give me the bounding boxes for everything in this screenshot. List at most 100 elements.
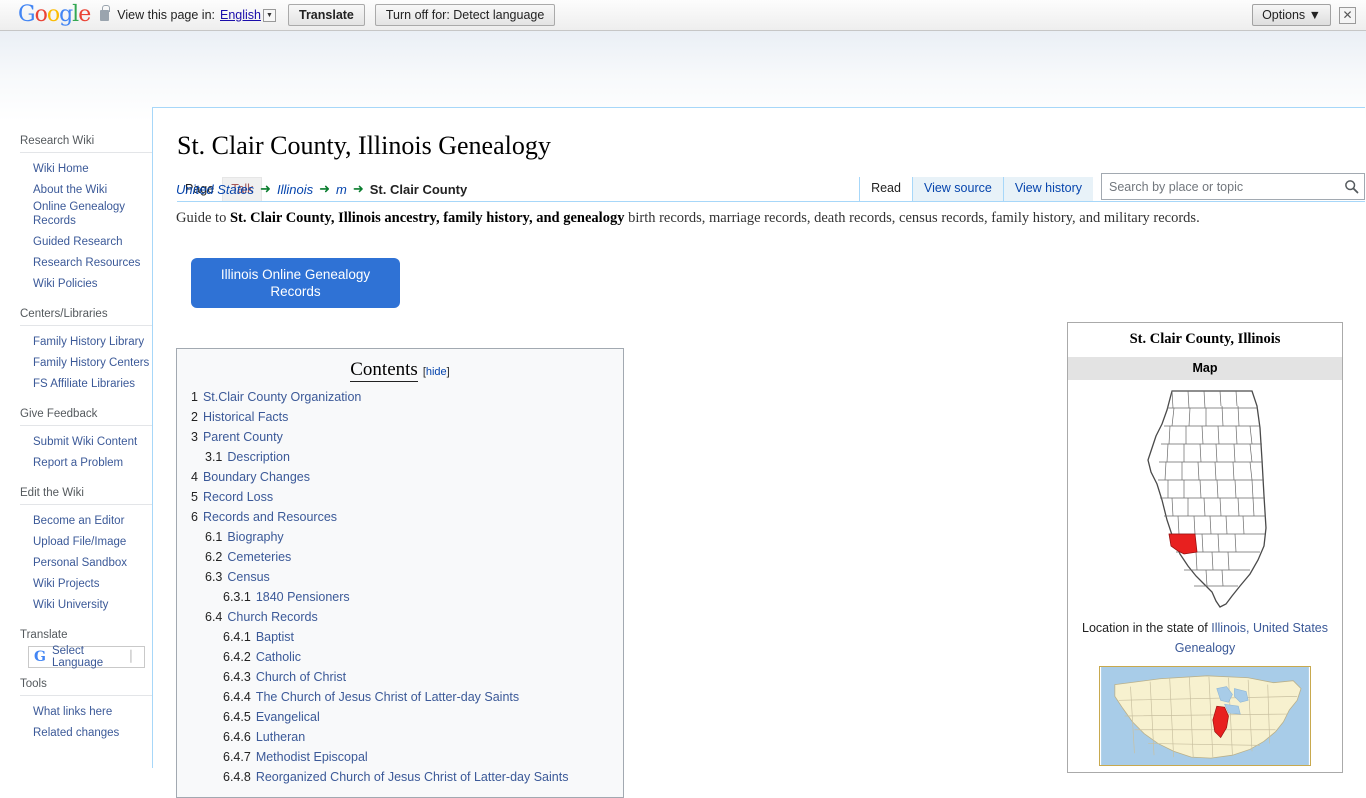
infobox-caption: Location in the state of Illinois, Unite… (1068, 616, 1342, 666)
search-icon[interactable] (1344, 179, 1359, 194)
tab-view-history[interactable]: View history (1002, 177, 1093, 202)
google-translate-bar: Google View this page in: English ▼ Tran… (0, 0, 1366, 31)
sidebar-item-wiki-home[interactable]: Wiki Home (33, 163, 89, 177)
sidebar-list: Family History Library Family History Cen… (20, 324, 152, 392)
toc-entry-link[interactable]: Reorganized Church of Jesus Christ of La… (256, 770, 569, 784)
search-input[interactable] (1101, 173, 1365, 201)
toc-entry-link[interactable]: Parent County (203, 430, 283, 444)
toc-entry-number: 6.4.3 (223, 670, 251, 684)
toc-entry: 6.4 Church Records (191, 607, 609, 627)
infobox-title: St. Clair County, Illinois (1129, 331, 1281, 347)
toc-entry: 6.4.3 Church of Christ (191, 667, 609, 687)
toc-entry: 6.4.5 Evangelical (191, 707, 609, 727)
illinois-online-genealogy-records-button[interactable]: Illinois Online Genealogy Records (191, 258, 400, 308)
toc-entry-link[interactable]: Methodist Episcopal (256, 750, 368, 764)
toc-entry-link[interactable]: The Church of Jesus Christ of Latter-day… (256, 690, 519, 704)
toc-entry-number: 6.4 (205, 610, 223, 624)
list-item: Research Resources (33, 253, 152, 271)
sidebar-item-report-a-problem[interactable]: Report a Problem (33, 457, 123, 471)
list-item: Guided Research (33, 232, 152, 250)
sidebar-item-fs-affiliate-libraries[interactable]: FS Affiliate Libraries (33, 378, 135, 392)
infobox-map-header: Map (1068, 357, 1342, 380)
breadcrumb-arrow-icon: ➜ (260, 181, 271, 196)
toc-entry-link[interactable]: Baptist (256, 630, 294, 644)
action-tabs: Read View source View history (859, 173, 1365, 202)
toc-entry-number: 6.2 (205, 550, 223, 564)
toc-entry-link[interactable]: Evangelical (256, 710, 320, 724)
list-item: FS Affiliate Libraries (33, 374, 152, 392)
breadcrumb: United States ➜ Illinois ➜ m ➜ St. Clair Count… (176, 181, 467, 197)
toc-entry: 6.4.7 Methodist Episcopal (191, 747, 609, 767)
guide-prefix: Guide to (176, 210, 230, 226)
sidebar-item-research-resources[interactable]: Research Resources (33, 257, 140, 271)
select-language-label: Select Language (51, 644, 104, 669)
toc-entry-link[interactable]: Catholic (256, 650, 301, 664)
toc-entry-link[interactable]: Records and Resources (203, 510, 337, 524)
toc-entry-link[interactable]: Record Loss (203, 490, 273, 504)
translate-button[interactable]: Translate (288, 4, 365, 26)
toc-entry: 6.2 Cemeteries (191, 547, 609, 567)
sidebar-item-about-the-wiki[interactable]: About the Wiki (33, 184, 107, 198)
search-box (1101, 173, 1365, 201)
sidebar-item-wiki-projects[interactable]: Wiki Projects (33, 578, 99, 592)
toc-entry-number: 4 (191, 470, 198, 484)
toc-entry: 2 Historical Facts (191, 407, 609, 427)
toc-list: 1 St.Clair County Organization 2 Historical… (191, 387, 609, 787)
sidebar-item-wiki-policies[interactable]: Wiki Policies (33, 278, 98, 292)
toc-entry-link[interactable]: St.Clair County Organization (203, 390, 361, 404)
sidebar-item-upload-file-image[interactable]: Upload File/Image (33, 536, 126, 550)
sidebar-item-what-links-here[interactable]: What links here (33, 706, 112, 720)
toc-entry-number: 6.4.2 (223, 650, 251, 664)
toc-title-text: Contents (350, 359, 418, 382)
sidebar-heading: Edit the Wiki (20, 486, 84, 499)
sidebar-item-submit-wiki-content[interactable]: Submit Wiki Content (33, 436, 137, 450)
toc-entry-link[interactable]: Cemeteries (227, 550, 291, 564)
sidebar-item-become-an-editor[interactable]: Become an Editor (33, 515, 124, 529)
lock-icon (100, 4, 110, 21)
breadcrumb-item-st-clair-county: St. Clair County (369, 181, 468, 197)
list-item: About the Wiki (33, 180, 152, 198)
sidebar-item-online-genealogy-records[interactable]: Online Genealogy Records (33, 201, 152, 228)
toc-entry-link[interactable]: Lutheran (256, 730, 305, 744)
sidebar-item-personal-sandbox[interactable]: Personal Sandbox (33, 557, 127, 571)
translate-bar-label: View this page in: (117, 8, 215, 22)
breadcrumb-item-united-states[interactable]: United States (176, 182, 254, 197)
toc-entry-link[interactable]: 1840 Pensioners (256, 590, 350, 604)
turn-off-translation-button[interactable]: Turn off for: Detect language (374, 4, 556, 26)
select-language-widget[interactable]: G Select Language ▏ (28, 644, 145, 669)
sidebar-item-wiki-university[interactable]: Wiki University (33, 599, 108, 613)
toc-entry-link[interactable]: Description (227, 450, 290, 464)
list-item: Submit Wiki Content (33, 432, 152, 450)
google-logo: Google (18, 2, 91, 27)
toc-entry-link[interactable]: Church Records (227, 610, 317, 624)
translate-options-button[interactable]: Options ▼ (1252, 4, 1331, 26)
tab-underline (177, 201, 1365, 203)
sidebar-item-family-history-centers[interactable]: Family History Centers (33, 357, 149, 371)
page-title: St. Clair County, Illinois Genealogy (177, 131, 551, 160)
list-item: Family History Library (33, 332, 152, 350)
tab-read[interactable]: Read (859, 177, 912, 202)
list-item: Wiki Home (33, 159, 152, 177)
toc-entry-number: 6.4.6 (223, 730, 251, 744)
translate-language-link[interactable]: English (220, 8, 261, 22)
chevron-down-icon[interactable]: ▼ (263, 8, 276, 22)
sidebar-item-guided-research[interactable]: Guided Research (33, 236, 123, 250)
toc-entry-link[interactable]: Census (227, 570, 269, 584)
sidebar-item-related-changes[interactable]: Related changes (33, 727, 119, 741)
close-icon[interactable]: ✕ (1339, 6, 1356, 24)
sidebar-item-family-history-library[interactable]: Family History Library (33, 336, 144, 350)
toc-hide-link[interactable]: hide (426, 366, 447, 378)
toc-entry-number: 3 (191, 430, 198, 444)
breadcrumb-item-illinois[interactable]: Illinois (277, 182, 313, 197)
toc-entry-link[interactable]: Church of Christ (256, 670, 346, 684)
breadcrumb-item-m[interactable]: m (336, 182, 347, 197)
toc-entry-link[interactable]: Historical Facts (203, 410, 288, 424)
toc-entry-link[interactable]: Biography (227, 530, 283, 544)
tab-view-source[interactable]: View source (911, 177, 1003, 202)
toc-entry-link[interactable]: Boundary Changes (203, 470, 310, 484)
toc-entry-number: 6 (191, 510, 198, 524)
guide-paragraph: Guide to St. Clair County, Illinois ance… (176, 208, 1340, 229)
infobox-caption-prefix: Location in the state of (1082, 621, 1212, 635)
toc-hide-close: ] (446, 366, 450, 378)
toc-entry-number: 6.4.8 (223, 770, 251, 784)
